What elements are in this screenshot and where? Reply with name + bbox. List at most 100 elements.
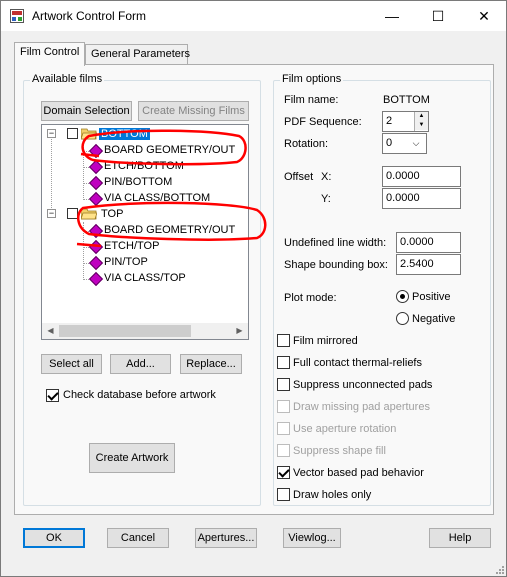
- suppress-shape-fill-label: Suppress shape fill: [293, 445, 386, 457]
- tree-layer[interactable]: VIA CLASS/BOTTOM: [46, 191, 246, 207]
- tree-layer[interactable]: VIA CLASS/TOP: [46, 271, 246, 287]
- tab-film-control[interactable]: Film Control: [14, 42, 85, 66]
- collapse-icon[interactable]: −: [47, 129, 56, 138]
- pdf-sequence-spinner[interactable]: 2 ▲ ▼: [382, 111, 429, 132]
- offset-x-label: X:: [321, 171, 332, 183]
- plot-mode-positive-radio[interactable]: [396, 290, 409, 303]
- film-layer-icon: [88, 143, 104, 159]
- offset-x-field[interactable]: 0.0000: [382, 166, 461, 187]
- add-button[interactable]: Add...: [110, 354, 171, 374]
- tree-label: BOTTOM: [99, 128, 150, 140]
- viewlog-button[interactable]: Viewlog...: [283, 528, 341, 548]
- spin-up-icon[interactable]: ▲: [415, 112, 428, 121]
- suppress-shape-fill-checkbox[interactable]: [277, 444, 290, 457]
- select-all-button[interactable]: Select all: [41, 354, 102, 374]
- film-layer-icon: [88, 271, 104, 287]
- rotation-dropdown[interactable]: 0 ⌵: [382, 133, 427, 154]
- close-button[interactable]: ✕: [461, 1, 507, 31]
- tree-layer[interactable]: PIN/TOP: [46, 255, 246, 271]
- scroll-left-icon[interactable]: ◀: [42, 323, 59, 339]
- undefined-line-width-label: Undefined line width:: [284, 237, 387, 249]
- suppress-unconnected-pads-checkbox[interactable]: [277, 378, 290, 391]
- offset-y-label: Y:: [321, 193, 331, 205]
- film-layer-icon: [88, 191, 104, 207]
- tree-film-top[interactable]: − TOP: [46, 207, 246, 223]
- film-checkbox[interactable]: [67, 128, 78, 139]
- offset-y-field[interactable]: 0.0000: [382, 188, 461, 209]
- film-layer-icon: [88, 239, 104, 255]
- undefined-line-width-field[interactable]: 0.0000: [396, 232, 461, 253]
- film-mirrored-label: Film mirrored: [293, 335, 358, 347]
- minimize-button[interactable]: —: [369, 1, 415, 31]
- film-name-value: BOTTOM: [383, 94, 430, 106]
- tree-horizontal-scrollbar[interactable]: ◀ ▶: [41, 323, 249, 340]
- domain-selection-button[interactable]: Domain Selection: [41, 101, 132, 121]
- film-checkbox[interactable]: [67, 208, 78, 219]
- cancel-button[interactable]: Cancel: [107, 528, 169, 548]
- spinner-arrows[interactable]: ▲ ▼: [414, 112, 428, 131]
- title-bar[interactable]: Artwork Control Form — ☐ ✕: [1, 1, 506, 31]
- create-artwork-button[interactable]: Create Artwork: [89, 443, 175, 473]
- draw-holes-only-label: Draw holes only: [293, 489, 372, 501]
- apertures-button[interactable]: Apertures...: [195, 528, 257, 548]
- open-folder-icon: [81, 128, 97, 140]
- check-database-label: Check database before artwork: [63, 389, 216, 401]
- use-aperture-rotation-checkbox[interactable]: [277, 422, 290, 435]
- tree-film-bottom[interactable]: − BOTTOM: [46, 127, 246, 143]
- spin-down-icon[interactable]: ▼: [415, 121, 428, 130]
- chevron-down-icon[interactable]: ⌵: [408, 135, 424, 152]
- film-layer-icon: [88, 175, 104, 191]
- minimize-icon: —: [385, 8, 399, 24]
- scroll-right-icon[interactable]: ▶: [231, 323, 248, 339]
- tree-label: BOARD GEOMETRY/OUT: [104, 224, 236, 236]
- plot-mode-label: Plot mode:: [284, 292, 337, 304]
- tree-label: PIN/BOTTOM: [104, 176, 173, 188]
- create-missing-films-button[interactable]: Create Missing Films: [138, 101, 249, 121]
- tree-label: ETCH/TOP: [104, 240, 160, 252]
- tree-label: VIA CLASS/TOP: [104, 272, 186, 284]
- replace-button[interactable]: Replace...: [180, 354, 242, 374]
- full-contact-thermal-reliefs-checkbox[interactable]: [277, 356, 290, 369]
- ok-button[interactable]: OK: [23, 528, 85, 548]
- resize-grip-icon[interactable]: [493, 563, 505, 575]
- maximize-button[interactable]: ☐: [415, 1, 461, 31]
- film-options-label: Film options: [280, 73, 344, 85]
- film-mirrored-checkbox[interactable]: [277, 334, 290, 347]
- use-aperture-rotation-label: Use aperture rotation: [293, 423, 397, 435]
- help-button[interactable]: Help: [429, 528, 491, 548]
- plot-mode-negative-radio[interactable]: [396, 312, 409, 325]
- maximize-icon: ☐: [431, 8, 445, 24]
- artwork-control-window: Artwork Control Form — ☐ ✕ Film Control …: [0, 0, 507, 577]
- rotation-value: 0: [386, 137, 393, 149]
- tree-label: BOARD GEOMETRY/OUT: [104, 144, 236, 156]
- check-database-checkbox[interactable]: [46, 389, 59, 402]
- films-tree[interactable]: − BOTTOM BOARD GEOMETRY/OUT ETCH/BOTTOM …: [41, 124, 249, 340]
- plot-mode-negative-label: Negative: [412, 313, 456, 325]
- tab-general-parameters[interactable]: General Parameters: [85, 44, 190, 65]
- tree-layer[interactable]: PIN/BOTTOM: [46, 175, 246, 191]
- close-icon: ✕: [478, 8, 490, 24]
- draw-missing-pad-apertures-checkbox[interactable]: [277, 400, 290, 413]
- film-layer-icon: [88, 255, 104, 271]
- film-layer-icon: [88, 223, 104, 239]
- tree-label: ETCH/BOTTOM: [104, 160, 184, 172]
- tree-label: PIN/TOP: [104, 256, 148, 268]
- window-title: Artwork Control Form: [32, 9, 147, 23]
- full-contact-thermal-reliefs-label: Full contact thermal-reliefs: [293, 357, 422, 369]
- tree-layer[interactable]: ETCH/BOTTOM: [46, 159, 246, 175]
- tree-layer[interactable]: BOARD GEOMETRY/OUT: [46, 143, 246, 159]
- tree-layer[interactable]: BOARD GEOMETRY/OUT: [46, 223, 246, 239]
- shape-bounding-box-field[interactable]: 2.5400: [396, 254, 461, 275]
- rotation-label: Rotation:: [284, 138, 329, 150]
- plot-mode-positive-label: Positive: [412, 291, 451, 303]
- film-name-label: Film name:: [284, 94, 339, 106]
- film-layer-icon: [88, 159, 104, 175]
- vector-based-pad-behavior-checkbox[interactable]: [277, 466, 290, 479]
- draw-holes-only-checkbox[interactable]: [277, 488, 290, 501]
- pdf-sequence-value: 2: [386, 115, 393, 127]
- tree-layer[interactable]: ETCH/TOP: [46, 239, 246, 255]
- vector-based-pad-behavior-label: Vector based pad behavior: [293, 467, 424, 479]
- collapse-icon[interactable]: −: [47, 209, 56, 218]
- scroll-thumb[interactable]: [59, 325, 191, 337]
- offset-label: Offset: [284, 171, 314, 183]
